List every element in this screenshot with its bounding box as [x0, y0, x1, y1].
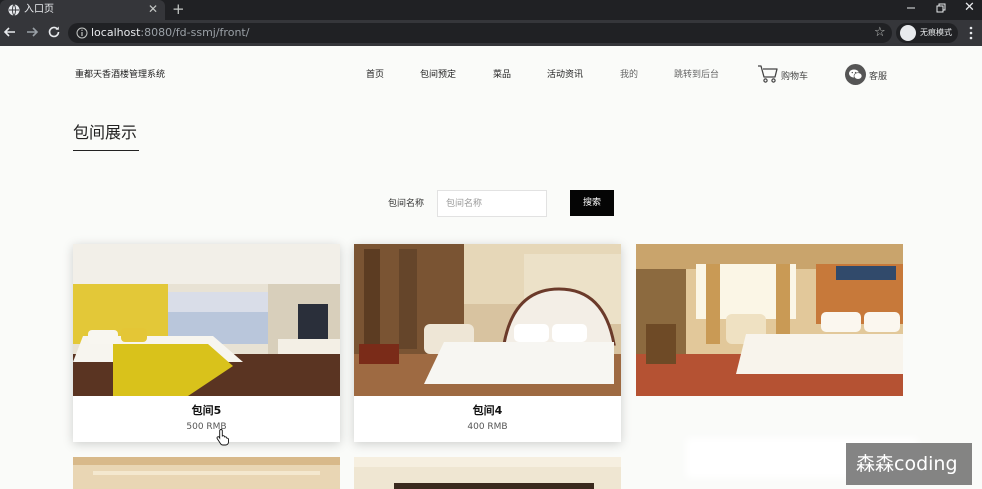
shopping-cart-icon[interactable] — [757, 64, 779, 84]
customer-service-label[interactable]: 客服 — [869, 70, 887, 84]
nav-news[interactable]: 活动资讯 — [547, 68, 583, 82]
watermark-text: 森森coding — [856, 453, 958, 475]
reload-icon[interactable] — [46, 24, 62, 40]
incognito-indicator[interactable]: 无痕模式 — [896, 23, 958, 43]
browser-toolbar: localhost:8080/fd-ssmj/front/ ☆ 无痕模式 — [0, 20, 982, 46]
hand-cursor-icon — [216, 429, 229, 446]
browser-tabstrip: 入口页 ✕ + ✕ — [0, 0, 982, 20]
cart-label[interactable]: 购物车 — [781, 70, 808, 84]
room-name: 包间5 — [191, 404, 222, 417]
site-name[interactable]: 重都天香酒楼管理系统 — [75, 68, 165, 82]
address-bar[interactable]: localhost:8080/fd-ssmj/front/ ☆ — [68, 23, 892, 43]
room-card[interactable]: 包间5 500 RMB — [73, 244, 340, 442]
room-card[interactable]: 包间4 400 RMB — [354, 244, 621, 442]
incognito-icon — [900, 25, 916, 41]
room-photo[interactable] — [354, 457, 621, 489]
tab-title: 入口页 — [24, 4, 54, 15]
room-photo[interactable] — [73, 244, 340, 396]
room-photo[interactable] — [73, 457, 340, 489]
room-price: 500 RMB — [186, 422, 227, 432]
title-underline — [73, 150, 139, 151]
new-tab-button[interactable]: + — [172, 0, 185, 18]
url-text: localhost:8080/fd-ssmj/front/ — [91, 26, 249, 40]
minimize-icon[interactable] — [905, 2, 917, 14]
back-arrow-icon[interactable] — [2, 24, 18, 40]
nav-admin[interactable]: 跳转到后台 — [674, 68, 719, 82]
room-name-search-input[interactable] — [437, 190, 547, 217]
forward-arrow-icon[interactable] — [24, 24, 40, 40]
nav-room-booking[interactable]: 包间预定 — [420, 68, 456, 82]
nav-home[interactable]: 首页 — [366, 68, 384, 82]
page-content: 重都天香酒楼管理系统 首页 包间预定 菜品 活动资讯 我的 跳转到后台 购物车 … — [0, 46, 982, 489]
close-tab-icon[interactable]: ✕ — [148, 2, 158, 16]
window-close-icon[interactable]: ✕ — [964, 1, 975, 15]
nav-dishes[interactable]: 菜品 — [493, 68, 511, 82]
room-name: 包间4 — [472, 404, 503, 417]
room-photo[interactable] — [354, 244, 621, 396]
watermark: 森森coding — [846, 443, 972, 485]
url-host: localhost — [91, 26, 141, 39]
wechat-icon[interactable] — [845, 64, 866, 85]
search-label: 包间名称 — [388, 199, 425, 209]
restore-icon[interactable] — [935, 2, 947, 14]
room-price: 400 RMB — [467, 422, 508, 432]
info-icon[interactable] — [76, 27, 88, 39]
search-button[interactable]: 搜索 — [570, 190, 614, 216]
star-icon[interactable]: ☆ — [874, 25, 886, 40]
browser-tab[interactable]: 入口页 ✕ — [0, 0, 165, 20]
section-title: 包间展示 — [73, 123, 138, 142]
menu-dots-icon[interactable] — [968, 25, 974, 41]
incognito-label: 无痕模式 — [920, 28, 952, 37]
globe-icon — [8, 4, 20, 16]
url-path: :8080/fd-ssmj/front/ — [140, 26, 250, 39]
room-photo[interactable] — [636, 244, 903, 396]
nav-mine[interactable]: 我的 — [620, 68, 638, 82]
